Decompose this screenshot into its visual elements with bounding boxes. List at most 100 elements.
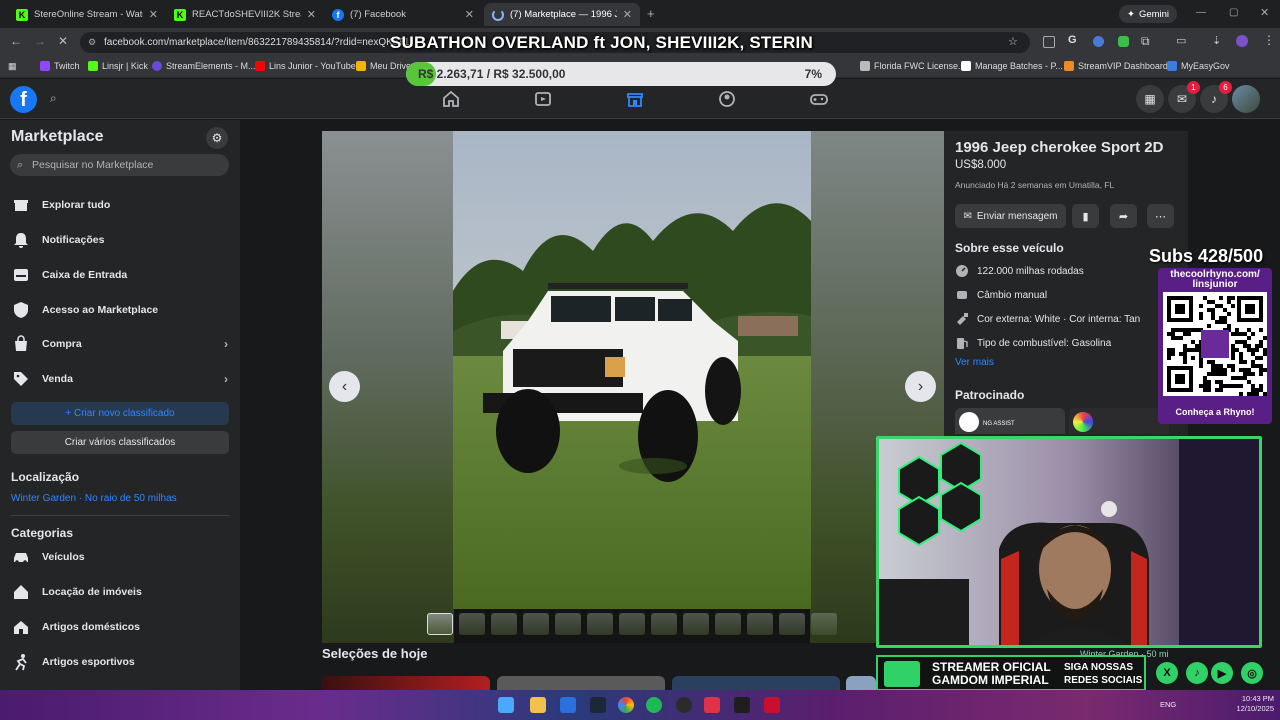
apps-grid-icon[interactable]: ▦ — [8, 61, 17, 72]
bookmark-kick[interactable]: Linsjr | Kick — [88, 61, 148, 71]
create-multiple-listings-button[interactable]: Criar vários classificados — [11, 431, 229, 454]
spotify-icon[interactable] — [646, 697, 662, 713]
todays-pick-card[interactable] — [322, 676, 490, 690]
location-filter-link[interactable]: Winter Garden · No raio de 50 milhas — [11, 493, 177, 504]
bookmark-youtube[interactable]: Lins Junior - YouTube — [255, 61, 356, 71]
obs-icon[interactable] — [676, 697, 692, 713]
bookmark-streamelements[interactable]: StreamElements - M... — [152, 61, 256, 71]
back-icon[interactable]: ← — [10, 34, 22, 48]
category-vehicles[interactable]: Veículos — [10, 543, 230, 571]
photo-thumbnail[interactable] — [619, 613, 645, 635]
share-button[interactable]: ➦ — [1110, 204, 1137, 228]
avatar[interactable] — [1232, 85, 1260, 113]
maximize-icon[interactable]: ▢ — [1229, 7, 1238, 18]
app-icon[interactable] — [704, 697, 720, 713]
edge-icon[interactable] — [560, 697, 576, 713]
see-more-link[interactable]: Ver mais — [955, 357, 994, 368]
settings-button[interactable]: ⚙ — [206, 127, 228, 149]
minimize-icon[interactable]: — — [1196, 7, 1206, 18]
menu-grid-button[interactable]: ▦ — [1136, 85, 1164, 113]
browser-tab-2[interactable]: K REACTdoSHEVIII2K Stream - W ✕ — [166, 3, 324, 26]
photo-thumbnail[interactable] — [587, 613, 613, 635]
photo-thumbnail[interactable] — [491, 613, 517, 635]
photo-thumbnail[interactable] — [459, 613, 485, 635]
gemini-button[interactable]: ✦ Gemini — [1119, 5, 1177, 23]
sponsored-ad-2[interactable] — [1069, 408, 1169, 434]
cast-icon[interactable]: ▭ — [1176, 34, 1186, 47]
photo-thumbnail[interactable] — [651, 613, 677, 635]
search-icon[interactable]: ⌕ — [50, 91, 57, 106]
close-tab-icon[interactable]: ✕ — [465, 8, 474, 21]
new-tab-icon[interactable]: + — [647, 6, 655, 21]
notifications-button[interactable]: ♪ 6 — [1200, 81, 1232, 113]
sidebar-item-explore[interactable]: Explorar tudo — [10, 191, 230, 219]
windows-start-icon[interactable] — [498, 697, 514, 713]
bookmark-star-icon[interactable]: ☆ — [1008, 32, 1018, 53]
keyboard-language[interactable]: ENG — [1160, 700, 1176, 710]
create-listing-button[interactable]: + Criar novo classificado — [11, 402, 229, 425]
photo-thumbnail[interactable] — [715, 613, 741, 635]
browser-tab-1[interactable]: K StereOnline Stream - Watch Liv ✕ — [8, 3, 166, 26]
send-message-button[interactable]: ✉ Enviar mensagem — [955, 204, 1066, 228]
todays-pick-card[interactable] — [672, 676, 840, 690]
home-icon[interactable] — [441, 89, 461, 109]
extension-icon[interactable] — [1043, 36, 1055, 48]
browser-tab-3[interactable]: f (7) Facebook ✕ — [324, 3, 482, 26]
sidebar-item-buying[interactable]: Compra › — [10, 330, 230, 358]
steam-icon[interactable] — [590, 697, 606, 713]
sidebar-item-access[interactable]: Acesso ao Marketplace — [10, 296, 230, 324]
photo-thumbnail[interactable] — [683, 613, 709, 635]
todays-pick-card[interactable] — [846, 676, 876, 690]
close-tab-icon[interactable]: ✕ — [623, 8, 632, 21]
app-icon[interactable] — [764, 697, 780, 713]
next-photo-button[interactable]: › — [905, 371, 936, 402]
photo-thumbnail[interactable] — [747, 613, 773, 635]
bookmark-drive[interactable]: Meu Drive — [356, 61, 411, 71]
category-sports[interactable]: Artigos esportivos — [10, 648, 230, 676]
photo-thumbnail[interactable] — [523, 613, 549, 635]
extension-icon[interactable] — [1093, 36, 1104, 47]
todays-pick-card[interactable] — [497, 676, 665, 690]
facebook-logo-icon[interactable]: f — [10, 86, 37, 113]
site-info-icon[interactable]: ⚙ — [88, 32, 96, 53]
close-window-icon[interactable]: ✕ — [1260, 6, 1269, 19]
extension-icon[interactable] — [1118, 36, 1129, 47]
bookmark-myeasygov[interactable]: MyEasyGov — [1167, 61, 1230, 71]
messenger-button[interactable]: ✉ 1 — [1168, 81, 1200, 113]
downloads-icon[interactable]: ⇣ — [1212, 34, 1221, 47]
save-button[interactable]: ▮ — [1072, 204, 1099, 228]
bookmark-fwc[interactable]: Florida FWC License... — [860, 61, 966, 71]
video-icon[interactable] — [533, 89, 553, 109]
browser-tab-4-active[interactable]: (7) Marketplace — 1996 Jeep C ✕ — [484, 3, 640, 26]
menu-dots-icon[interactable]: ⋮ — [1263, 33, 1275, 47]
forward-icon[interactable]: → — [34, 34, 46, 48]
extensions-puzzle-icon[interactable]: ⧉ — [1141, 34, 1150, 49]
category-rentals[interactable]: Locação de imóveis — [10, 578, 230, 606]
previous-photo-button[interactable]: ‹ — [329, 371, 360, 402]
more-options-button[interactable]: ⋯ — [1147, 204, 1174, 228]
sponsored-ad-1[interactable]: NG ASSIST — [955, 408, 1065, 434]
sidebar-item-inbox[interactable]: Caixa de Entrada — [10, 261, 230, 289]
photo-thumbnail[interactable] — [427, 613, 453, 635]
terminal-icon[interactable] — [734, 697, 750, 713]
sidebar-item-notifications[interactable]: Notificações — [10, 226, 230, 254]
photo-thumbnail[interactable] — [779, 613, 805, 635]
photo-thumbnail[interactable] — [811, 613, 837, 635]
marketplace-search-input[interactable]: ⌕ Pesquisar no Marketplace — [10, 154, 229, 176]
profile-icon[interactable] — [1236, 35, 1248, 47]
close-tab-icon[interactable]: ✕ — [307, 8, 316, 21]
file-explorer-icon[interactable] — [530, 697, 546, 713]
bookmark-batches[interactable]: Manage Batches - P... — [961, 61, 1063, 71]
bookmark-streamvip[interactable]: StreamVIP Dashboard — [1064, 61, 1168, 71]
marketplace-icon[interactable] — [625, 89, 645, 109]
listing-photo[interactable] — [453, 131, 811, 609]
chrome-icon[interactable] — [618, 697, 634, 713]
close-tab-icon[interactable]: ✕ — [149, 8, 158, 21]
gaming-icon[interactable] — [809, 89, 829, 109]
groups-icon[interactable] — [717, 89, 737, 109]
stop-icon[interactable]: ✕ — [58, 34, 68, 48]
sidebar-item-selling[interactable]: Venda › — [10, 365, 230, 393]
category-home-goods[interactable]: Artigos domésticos — [10, 613, 230, 641]
photo-thumbnail[interactable] — [555, 613, 581, 635]
google-icon[interactable]: G — [1068, 34, 1077, 46]
